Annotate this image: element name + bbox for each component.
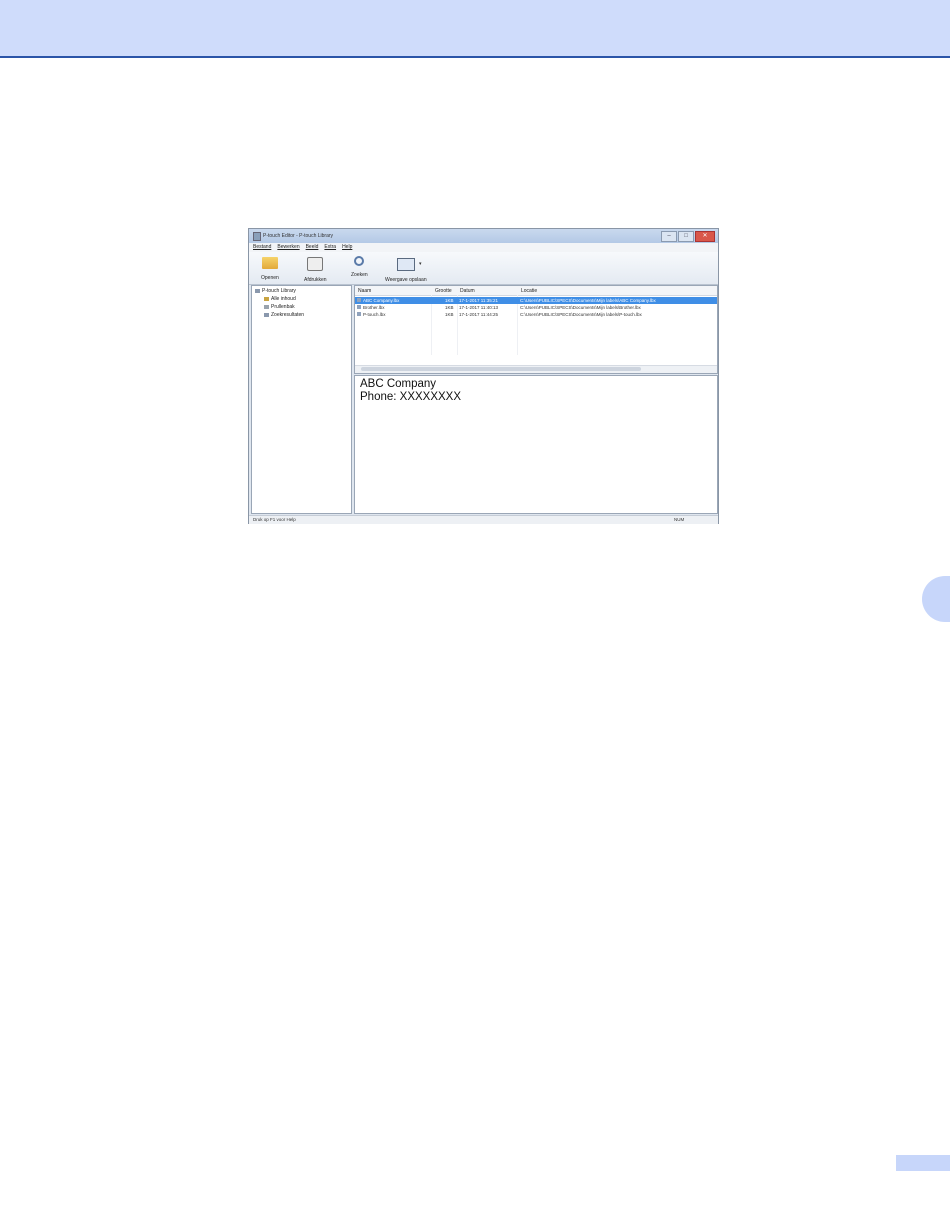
print-label: Afdrukken [304, 277, 327, 283]
open-button[interactable]: Openen [261, 254, 279, 281]
window-titlebar: P-touch Editor - P-touch Library – □ ✕ [249, 229, 718, 244]
tree-item-search-results[interactable]: Zoekresultaten [264, 312, 304, 318]
page-header-band [0, 0, 950, 58]
page-number-box [896, 1155, 950, 1171]
maximize-button[interactable]: □ [678, 231, 694, 242]
row-location: C:\Users\PUBLIC\SPECS\Documents\Mijn lab… [520, 312, 642, 317]
status-bar: Druk op F1 voor Help NUM [249, 515, 718, 524]
open-label: Openen [261, 275, 279, 281]
column-header-date[interactable]: Datum [460, 288, 475, 294]
label-file-icon [357, 298, 361, 302]
label-file-icon [357, 312, 361, 316]
list-header: Naam Grootte Datum Locatie [355, 286, 717, 296]
row-size: 1KB [445, 312, 454, 317]
print-button[interactable]: Afdrukken [304, 254, 327, 283]
tree-item-label: Alle inhoud [271, 296, 296, 302]
table-row[interactable]: ABC Company.lbx 1KB 17-1-2017 11:35:21 C… [355, 297, 717, 304]
library-icon [255, 289, 260, 293]
label-file-icon [357, 305, 361, 309]
menu-tools[interactable]: Extra [324, 243, 336, 252]
view-button[interactable]: Weergave opslaan [385, 254, 427, 283]
row-name: P-touch.lbx [363, 312, 386, 317]
window-title: P-touch Editor - P-touch Library [263, 233, 334, 239]
row-date: 17-1-2017 11:40:13 [459, 305, 498, 310]
horizontal-scrollbar[interactable] [355, 365, 717, 373]
trash-icon [264, 305, 269, 309]
printer-icon [307, 257, 324, 271]
minimize-button[interactable]: – [661, 231, 677, 242]
search-button[interactable]: Zoeken [351, 254, 368, 278]
tree-item-trash[interactable]: Prullenbak [264, 304, 295, 310]
status-num-indicator: NUM [674, 517, 685, 522]
row-location: C:\Users\PUBLIC\SPECS\Documents\Mijn lab… [520, 305, 641, 310]
search-label: Zoeken [351, 272, 368, 278]
row-location: C:\Users\PUBLIC\SPECS\Documents\Mijn lab… [520, 298, 656, 303]
folder-icon [264, 297, 269, 301]
row-date: 17-1-2017 11:35:21 [459, 298, 498, 303]
tree-item-label: Zoekresultaten [271, 312, 305, 318]
folder-open-icon [261, 257, 278, 269]
search-icon [354, 256, 365, 266]
tree-root[interactable]: P-touch Library [255, 288, 296, 294]
library-tree: P-touch Library Alle inhoud Prullenbak Z… [251, 285, 352, 514]
menu-view[interactable]: Beeld [306, 243, 319, 252]
scrollbar-thumb[interactable] [361, 367, 641, 371]
column-header-location[interactable]: Locatie [521, 288, 537, 294]
status-help-text: Druk op F1 voor Help [253, 517, 296, 522]
tree-item-all[interactable]: Alle inhoud [264, 296, 296, 302]
label-preview: ABC Company Phone: XXXXXXXX [354, 375, 718, 514]
row-date: 17-1-2017 11:44:25 [459, 312, 498, 317]
preview-line-phone: Phone: XXXXXXXX [360, 391, 462, 403]
file-list: Naam Grootte Datum Locatie ABC Company.l… [354, 285, 718, 374]
column-header-size[interactable]: Grootte [435, 288, 452, 294]
app-icon [253, 232, 261, 241]
window-controls: – □ ✕ [661, 231, 715, 242]
application-window: P-touch Editor - P-touch Library – □ ✕ B… [248, 228, 719, 524]
menu-help[interactable]: Help [342, 243, 352, 252]
view-label: Weergave opslaan [385, 277, 427, 283]
row-size: 1KB [445, 298, 454, 303]
preview-line-company: ABC Company [360, 378, 437, 390]
table-row[interactable]: Brother.lbx 1KB 17-1-2017 11:40:13 C:\Us… [355, 304, 717, 311]
tree-item-label: Prullenbak [271, 304, 295, 310]
window-view-icon [396, 258, 415, 271]
column-header-name[interactable]: Naam [358, 288, 371, 294]
tree-root-label: P-touch Library [262, 288, 296, 294]
table-row[interactable]: P-touch.lbx 1KB 17-1-2017 11:44:25 C:\Us… [355, 311, 717, 318]
menu-file[interactable]: Bestand [253, 243, 271, 252]
chevron-down-icon[interactable]: ▾ [419, 261, 422, 267]
close-button[interactable]: ✕ [695, 231, 715, 242]
row-name: Brother.lbx [363, 305, 385, 310]
toolbar: Openen Afdrukken Zoeken Weergave opslaan… [249, 252, 718, 285]
row-size: 1KB [445, 305, 454, 310]
search-results-icon [264, 313, 269, 317]
row-name: ABC Company.lbx [363, 298, 400, 303]
chapter-tab [922, 576, 950, 622]
menu-bar: Bestand Bewerken Beeld Extra Help [249, 243, 718, 252]
menu-edit[interactable]: Bewerken [277, 243, 299, 252]
